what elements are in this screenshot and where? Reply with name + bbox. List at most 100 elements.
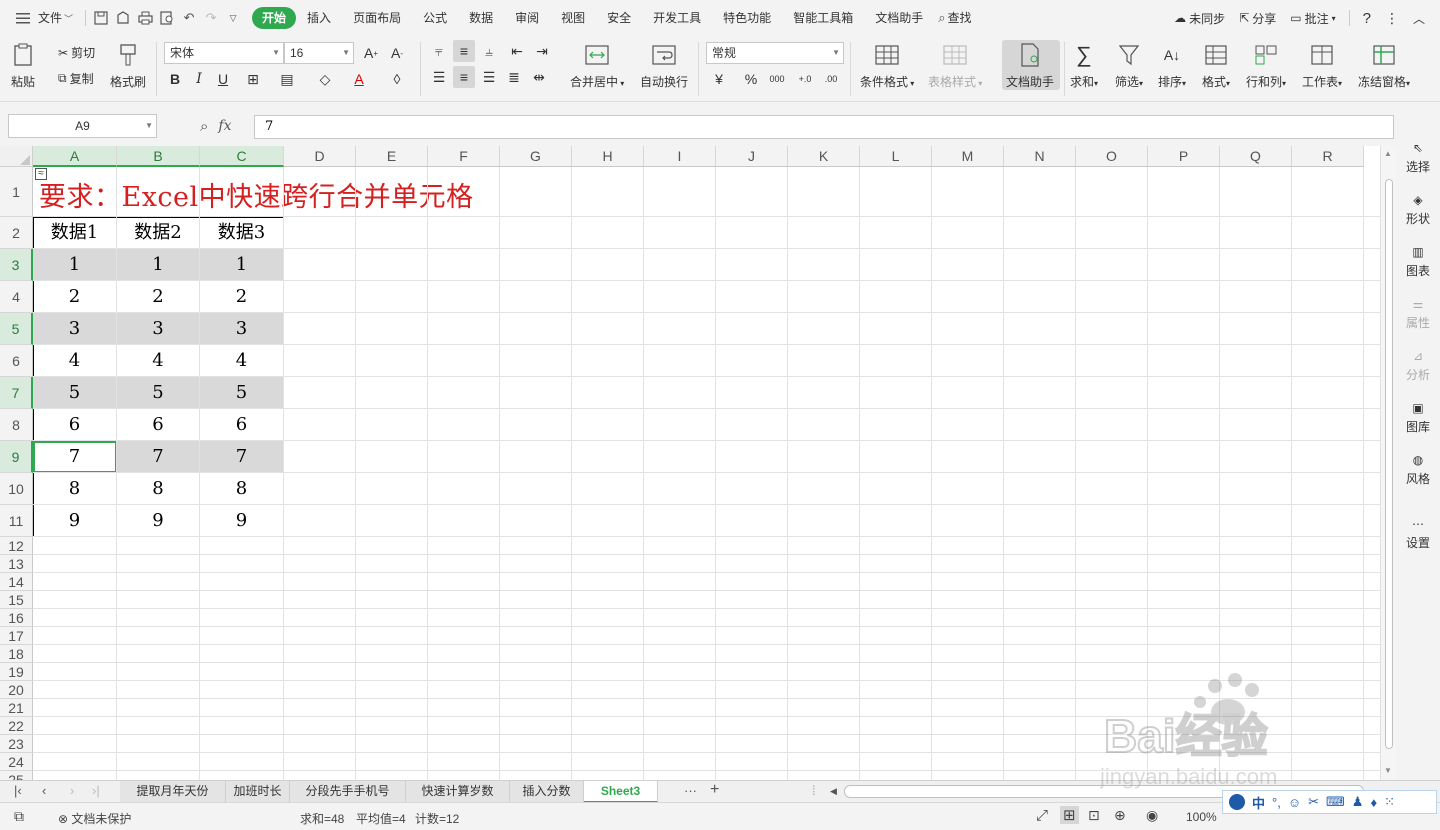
paste-button[interactable]: 粘贴 <box>10 42 36 90</box>
share-button[interactable]: ⇱ 分享 <box>1234 10 1281 27</box>
normal-view-icon[interactable]: ⊞ <box>1060 806 1079 824</box>
ime-logo-icon[interactable] <box>1229 794 1245 810</box>
table-cell[interactable]: 4 <box>33 345 117 377</box>
formula-input[interactable]: 7 <box>254 115 1394 139</box>
row-header-4[interactable]: 4 <box>0 281 33 313</box>
row-header-13[interactable]: 13 <box>0 555 33 573</box>
sidebar-item-7[interactable]: ⋯ 设置 <box>1396 514 1440 551</box>
clear-format-icon[interactable]: ◊ <box>386 68 408 90</box>
add-sheet-button[interactable]: + <box>710 781 719 799</box>
table-cell[interactable]: 2 <box>33 281 117 313</box>
page-break-view-icon[interactable]: ⊡ <box>1088 807 1100 824</box>
row-header-18[interactable]: 18 <box>0 645 33 663</box>
sidebar-item-6[interactable]: ◍ 风格 <box>1396 450 1440 487</box>
ribbon-tab-0[interactable]: 开始 <box>252 7 297 29</box>
column-header-l[interactable]: L <box>860 146 932 167</box>
bold-icon[interactable]: B <box>164 68 186 90</box>
column-header-d[interactable]: D <box>284 146 356 167</box>
align-middle-icon[interactable]: ≡ <box>453 40 475 62</box>
sidebar-item-3[interactable]: ⚌ 属性 <box>1396 294 1440 331</box>
row-header-15[interactable]: 15 <box>0 591 33 609</box>
ribbon-tab-3[interactable]: 公式 <box>412 7 458 29</box>
font-name-select[interactable]: 宋体 ▼ <box>164 42 284 64</box>
last-sheet-icon[interactable]: ›| <box>92 783 100 798</box>
sidebar-item-5[interactable]: ▣ 图库 <box>1396 398 1440 435</box>
number-format-select[interactable]: 常规 ▼ <box>706 42 844 64</box>
undo-icon[interactable]: ↶ <box>178 7 200 29</box>
row-header-24[interactable]: 24 <box>0 753 33 771</box>
merge-center-button[interactable]: 合并居中 ▾ <box>570 42 624 90</box>
sum-readout[interactable]: 求和=48 <box>300 810 344 827</box>
column-header-a[interactable]: A <box>33 146 117 167</box>
row-header-5[interactable]: 5 <box>0 313 33 345</box>
ribbon-tab-8[interactable]: 开发工具 <box>642 7 712 29</box>
distributed-icon[interactable]: ⇹ <box>528 66 550 88</box>
redo-icon[interactable]: ↷ <box>200 7 222 29</box>
table-cell[interactable]: 3 <box>33 313 117 345</box>
row-header-1[interactable]: 1 <box>0 167 33 217</box>
vertical-scrollbar[interactable]: ▲ ▼ <box>1380 146 1396 780</box>
conditional-format-button[interactable]: 条件格式 ▾ <box>860 42 914 90</box>
row-header-12[interactable]: 12 <box>0 537 33 555</box>
export-icon[interactable] <box>112 7 134 29</box>
table-cell[interactable]: 9 <box>117 505 200 537</box>
table-cell[interactable]: 1 <box>33 249 117 281</box>
prev-sheet-icon[interactable]: ‹ <box>42 783 46 798</box>
row-header-19[interactable]: 19 <box>0 663 33 681</box>
sheet-title-cell[interactable]: 要求：Excel中快速跨行合并单元格 <box>39 175 474 214</box>
table-cell[interactable]: 4 <box>200 345 284 377</box>
align-right-icon[interactable]: ☰ <box>478 66 500 88</box>
column-header-k[interactable]: K <box>788 146 860 167</box>
table-cell[interactable]: 3 <box>200 313 284 345</box>
table-cell[interactable]: 9 <box>33 505 117 537</box>
italic-icon[interactable]: I <box>188 68 210 90</box>
fill-pattern-icon[interactable]: ▤ <box>276 68 298 90</box>
row-header-3[interactable]: 3 <box>0 249 33 281</box>
sheet-tab-1[interactable]: 加班时长 <box>226 781 290 803</box>
more-options-icon[interactable]: ⋮ <box>1380 10 1404 27</box>
scroll-thumb[interactable] <box>1385 179 1393 749</box>
more-sheets-button[interactable]: ··· <box>684 783 697 798</box>
ribbon-tab-4[interactable]: 数据 <box>458 7 504 29</box>
row-header-6[interactable]: 6 <box>0 345 33 377</box>
wrap-text-button[interactable]: 自动换行 <box>640 42 688 90</box>
next-sheet-icon[interactable]: › <box>70 783 74 798</box>
column-header-g[interactable]: G <box>500 146 572 167</box>
sync-status[interactable]: ☁ 未同步 <box>1169 10 1230 27</box>
table-cell[interactable]: 2 <box>200 281 284 313</box>
percent-icon[interactable]: % <box>740 68 762 90</box>
format-button[interactable]: 格式▾ <box>1202 42 1230 90</box>
row-header-23[interactable]: 23 <box>0 735 33 753</box>
grid-menu-icon[interactable]: ⁙ <box>1384 794 1395 810</box>
scissors-icon[interactable]: ✂ <box>1308 794 1319 810</box>
search-icon[interactable]: ⌕ <box>938 10 945 26</box>
splitter-icon[interactable]: ⁞ <box>812 783 816 798</box>
column-header-j[interactable]: J <box>716 146 788 167</box>
table-cell[interactable]: 7 <box>33 441 117 473</box>
table-cell[interactable]: 4 <box>117 345 200 377</box>
recovery-icon[interactable]: ⧉ <box>14 808 24 825</box>
sheet-tab-4[interactable]: 插入分数 <box>510 781 584 803</box>
row-header-10[interactable]: 10 <box>0 473 33 505</box>
column-header-r[interactable]: R <box>1292 146 1364 167</box>
zoom-level[interactable]: 100% <box>1186 810 1217 824</box>
eye-protection-icon[interactable]: ◉ <box>1146 807 1158 824</box>
table-cell[interactable]: 5 <box>33 377 117 409</box>
underline-icon[interactable]: U <box>212 68 234 90</box>
ribbon-tab-1[interactable]: 插入 <box>296 7 342 29</box>
punctuation-icon[interactable]: °, <box>1272 795 1281 810</box>
count-readout[interactable]: 计数=12 <box>415 810 459 827</box>
justify-icon[interactable]: ≣ <box>503 66 525 88</box>
scroll-left-icon[interactable]: ◀ <box>830 786 837 797</box>
align-top-icon[interactable]: ⫧ <box>428 40 450 62</box>
column-header-i[interactable]: I <box>644 146 716 167</box>
table-cell[interactable]: 2 <box>117 281 200 313</box>
align-bottom-icon[interactable]: ⫨ <box>478 40 500 62</box>
ribbon-tab-7[interactable]: 安全 <box>596 7 642 29</box>
align-center-icon[interactable]: ≡ <box>453 66 475 88</box>
row-header-17[interactable]: 17 <box>0 627 33 645</box>
row-header-21[interactable]: 21 <box>0 699 33 717</box>
row-header-22[interactable]: 22 <box>0 717 33 735</box>
column-header-b[interactable]: B <box>117 146 200 167</box>
search-command[interactable]: 查找 <box>946 7 983 29</box>
